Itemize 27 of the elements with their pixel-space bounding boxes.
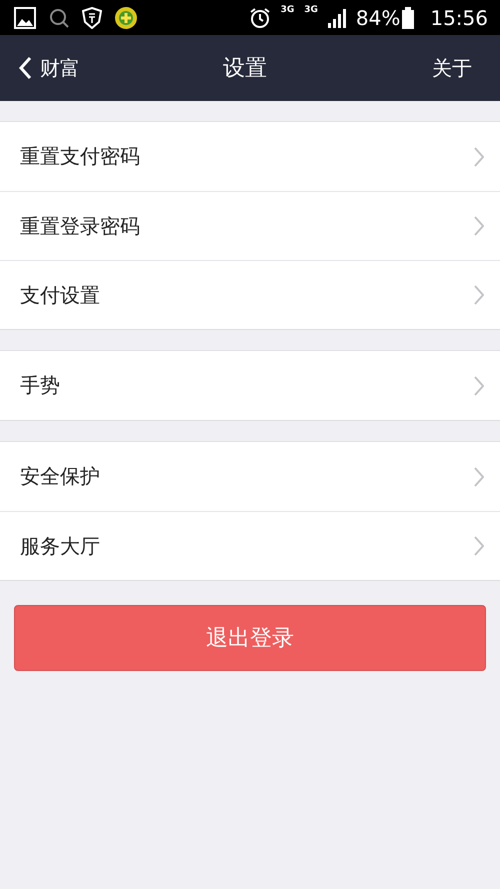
chevron-icon — [474, 376, 484, 396]
back-icon — [18, 56, 32, 80]
battery-percent: 84% — [356, 8, 400, 28]
about-button[interactable]: 关于 — [432, 54, 472, 82]
battery-icon — [402, 6, 414, 28]
shield-icon — [82, 6, 102, 28]
signal-icon — [328, 8, 346, 28]
image-icon — [14, 6, 36, 28]
settings-item[interactable]: 服务大厅 — [0, 511, 500, 580]
back-button[interactable]: 财富 — [18, 54, 80, 82]
chevron-icon — [474, 466, 484, 486]
clock-time: 15:56 — [430, 8, 488, 28]
page-title: 设置 — [223, 55, 267, 83]
alarm-icon — [248, 6, 271, 28]
settings-item[interactable]: 安全保护 — [0, 442, 500, 511]
settings-item[interactable]: 支付设置 — [0, 260, 500, 329]
chevron-icon — [474, 536, 484, 556]
settings-item[interactable]: 重置支付密码 — [0, 122, 500, 191]
chevron-icon — [474, 146, 484, 166]
network-label: 3G — [304, 6, 318, 15]
settings-item[interactable]: 重置登录密码 — [0, 191, 500, 260]
chevron-icon — [474, 285, 484, 305]
plus-circle-icon — [114, 6, 138, 30]
search-icon — [48, 6, 70, 28]
network-label: 3G — [280, 6, 294, 15]
settings-item[interactable]: 手势 — [0, 351, 500, 420]
chevron-icon — [474, 216, 484, 236]
